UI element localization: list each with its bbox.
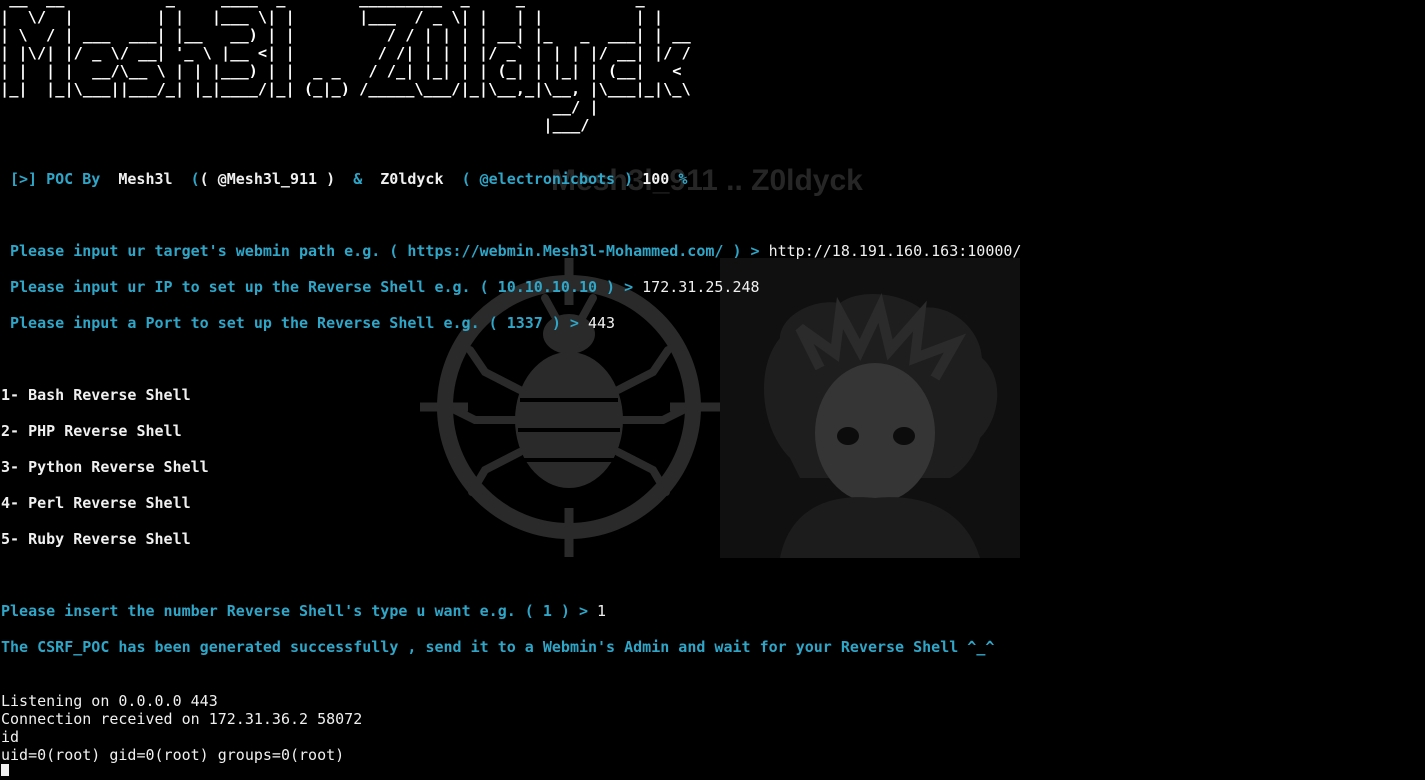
prompt-question: Please insert the number Reverse Shell's… <box>1 602 598 620</box>
prompt-port: Please input a Port to set up the Revers… <box>10 314 615 332</box>
session-listening: Listening on 0.0.0.0 443 <box>1 692 218 710</box>
credits-prefix: [>] POC By <box>10 170 110 188</box>
prompt-answer: http://18.191.160.163:10000/ <box>768 242 1022 260</box>
percent-value: 100 <box>642 170 670 188</box>
menu-item-bash: 1- Bash Reverse Shell <box>1 386 191 404</box>
ampersand: & <box>353 170 363 188</box>
prompt-answer: 172.31.25.248 <box>642 278 760 296</box>
session-command: id <box>1 728 20 746</box>
menu-item-ruby: 5- Ruby Reverse Shell <box>1 530 191 548</box>
prompt-answer: 1 <box>597 602 607 620</box>
handle-z0ldyck: ( @electronicbots ) <box>461 170 634 188</box>
menu-item-php: 2- PHP Reverse Shell <box>1 422 182 440</box>
prompt-webmin-path: Please input ur target's webmin path e.g… <box>10 242 1021 260</box>
ascii-banner: __ __ _ ____ _ _________ _ _ _ | \/ | | … <box>0 0 691 134</box>
success-message: The CSRF_POC has been generated successf… <box>1 638 995 656</box>
prompt-question: Please input ur target's webmin path e.g… <box>10 242 769 260</box>
author-mesh3l: Mesh3l <box>118 170 173 188</box>
menu-item-python: 3- Python Reverse Shell <box>1 458 209 476</box>
percent-sign: % <box>678 170 688 188</box>
menu-item-perl: 4- Perl Reverse Shell <box>1 494 191 512</box>
terminal-cursor[interactable] <box>1 764 9 776</box>
session-connection: Connection received on 172.31.36.2 58072 <box>1 710 363 728</box>
prompt-answer: 443 <box>587 314 616 332</box>
prompt-question: Please input a Port to set up the Revers… <box>10 314 588 332</box>
credits-line: [>] POC By Mesh3l (( @Mesh3l_911 ) & Z0l… <box>10 170 688 188</box>
prompt-shell-type: Please insert the number Reverse Shell's… <box>1 602 606 620</box>
session-result: uid=0(root) gid=0(root) groups=0(root) <box>1 746 345 764</box>
author-z0ldyck: Z0ldyck <box>380 170 444 188</box>
handle-mesh3l: ( @Mesh3l_911 ) <box>199 170 336 188</box>
prompt-question: Please input ur IP to set up the Reverse… <box>10 278 643 296</box>
anime-character-portrait <box>720 258 1020 558</box>
prompt-ip: Please input ur IP to set up the Reverse… <box>10 278 760 296</box>
